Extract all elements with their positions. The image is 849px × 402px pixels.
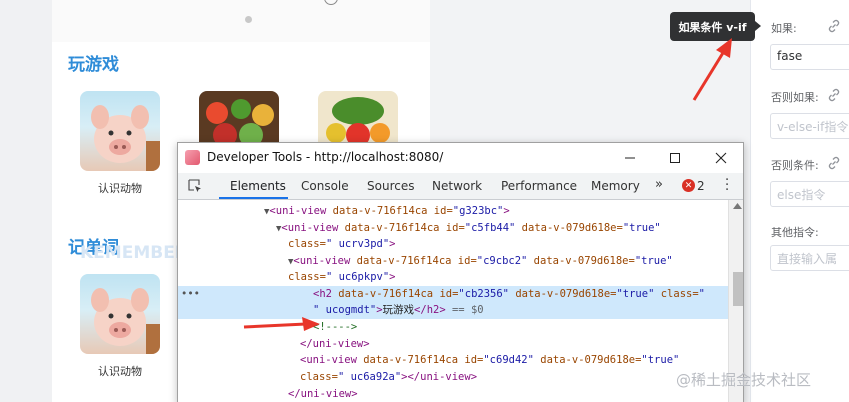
tab-elements[interactable]: Elements	[230, 179, 286, 193]
dom-node[interactable]: ▼<uni-view data-v-716f14ca id="c5fb44" d…	[178, 220, 728, 237]
inspect-element-icon[interactable]	[188, 179, 202, 193]
error-count[interactable]: 2	[697, 179, 705, 193]
dom-node-continuation: class=" uc6pkpv">	[288, 271, 396, 283]
dom-node-continuation: class=" uc6a92a"></uni-view>	[300, 371, 478, 383]
devtools-title: Developer Tools - http://localhost:8080/	[207, 150, 444, 164]
annotation-arrow-icon	[692, 38, 732, 101]
link-icon[interactable]	[827, 19, 841, 33]
else-input[interactable]: else指令	[770, 181, 849, 207]
carousel-dot[interactable]	[245, 16, 252, 23]
dom-node[interactable]: ▼<uni-view data-v-716f14ca id="c9cbc2" d…	[178, 253, 728, 270]
tab-console[interactable]: Console	[301, 179, 349, 193]
other-label: 其他指令:	[771, 226, 819, 239]
dom-node-end[interactable]: </uni-view>	[178, 336, 728, 353]
thumb-label: 认识动物	[98, 182, 142, 195]
pig-image-icon	[91, 288, 160, 354]
link-icon[interactable]	[827, 88, 841, 102]
tab-sources[interactable]: Sources	[367, 179, 414, 193]
properties-panel: 如果: fase 否则如果: v-else-if指令 否则条件: else指令 …	[750, 0, 849, 402]
more-tabs-icon[interactable]: »	[655, 177, 663, 192]
thumb-pig[interactable]	[80, 274, 160, 354]
else-if-input[interactable]: v-else-if指令	[770, 113, 849, 139]
else-label: 否则条件:	[771, 159, 819, 172]
if-label: 如果:	[771, 22, 797, 35]
dom-node-continuation: class=" ucrv3pd">	[288, 238, 396, 250]
kebab-menu-icon[interactable]: · · ·	[725, 174, 729, 197]
devtools-app-icon	[185, 150, 200, 165]
carousel-strip	[52, 0, 430, 42]
watermark: @稀土掘金技术社区	[676, 371, 812, 389]
other-input[interactable]: 直接输入属	[770, 245, 849, 271]
section-title-games: 玩游戏	[68, 55, 119, 75]
tab-performance[interactable]: Performance	[501, 179, 577, 193]
error-icon[interactable]: ✕	[682, 179, 695, 192]
link-icon[interactable]	[827, 156, 841, 170]
tab-memory[interactable]: Memory	[591, 179, 640, 193]
dom-node-selected[interactable]: ••• <h2 data-v-716f14ca id="cb2356" data…	[178, 286, 728, 303]
minimize-icon[interactable]	[620, 148, 640, 168]
dom-node-selected-continuation[interactable]: " ucogmdt">玩游戏</h2> == $0	[178, 302, 728, 319]
dom-node[interactable]: ▼<uni-view data-v-716f14ca id="g323bc">	[178, 203, 728, 220]
canvas-gutter	[0, 0, 52, 402]
dom-node[interactable]: <uni-view data-v-716f14ca id="c69d42" da…	[178, 352, 728, 369]
ellipsis-icon[interactable]: •••	[181, 286, 200, 303]
devtools-titlebar[interactable]: Developer Tools - http://localhost:8080/	[178, 143, 743, 173]
maximize-icon[interactable]	[665, 148, 685, 168]
close-icon[interactable]	[711, 148, 731, 168]
pig-image-icon	[91, 105, 160, 171]
dom-node-end[interactable]: </uni-view>	[178, 386, 728, 402]
dom-comment[interactable]: <!---->	[178, 319, 728, 336]
elements-tree: ▼<uni-view data-v-716f14ca id="g323bc"> …	[178, 200, 728, 402]
scrollbar-thumb[interactable]	[733, 272, 743, 306]
tab-network[interactable]: Network	[432, 179, 482, 193]
thumb-label: 认识动物	[98, 365, 142, 378]
section-bg-text: KEMEMBER	[80, 243, 188, 263]
else-if-label: 否则如果:	[771, 91, 819, 104]
scroll-up-icon[interactable]	[733, 203, 742, 209]
if-input[interactable]: fase	[770, 44, 849, 70]
devtools-tabbar: Elements Console Sources Network Perform…	[178, 173, 743, 200]
active-tab-indicator	[219, 197, 288, 199]
thumb-pig[interactable]	[80, 91, 160, 171]
tooltip: 如果条件 v-if	[670, 12, 761, 41]
devtools-window: Developer Tools - http://localhost:8080/…	[177, 142, 744, 402]
